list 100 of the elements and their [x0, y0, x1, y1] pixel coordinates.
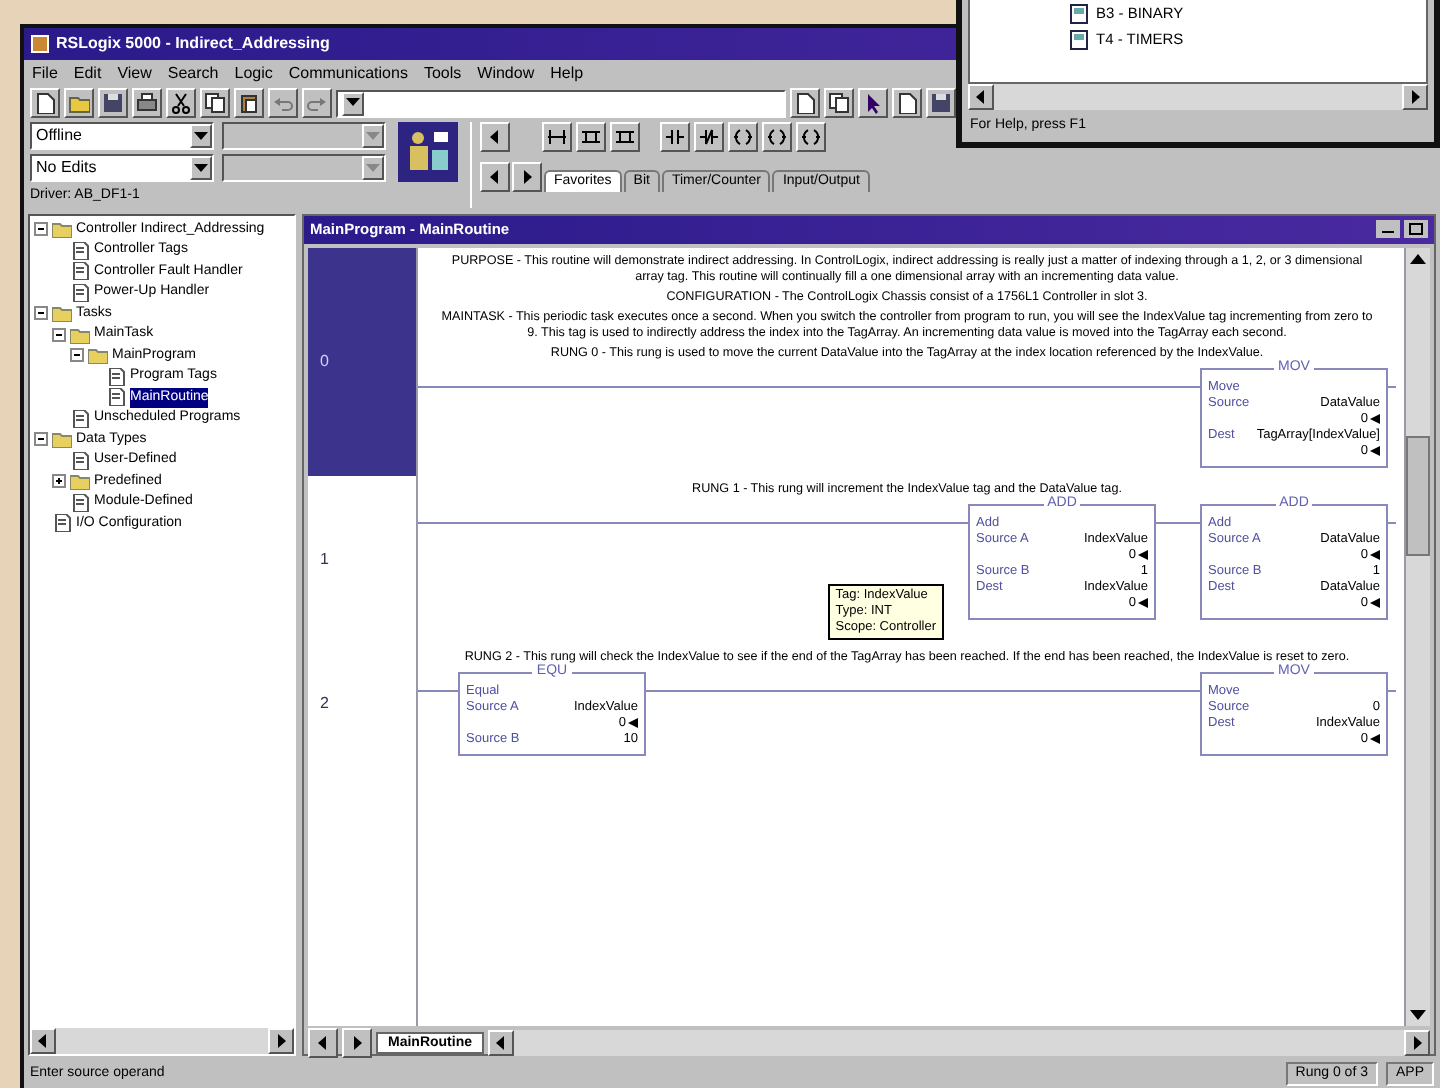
scroll-button[interactable] [480, 162, 510, 192]
menu-item[interactable]: Logic [234, 61, 273, 85]
menu-item[interactable]: Edit [73, 61, 102, 85]
toolbar-button[interactable] [542, 122, 572, 152]
left-arrow-icon [1370, 598, 1380, 608]
dropdown-arrow-icon [194, 131, 208, 141]
horizontal-scrollbar[interactable] [488, 1029, 1430, 1055]
document-icon [70, 409, 90, 428]
toolbar-button[interactable] [576, 122, 606, 152]
rung-number[interactable]: 0 [308, 247, 418, 475]
scissors-icon [170, 92, 192, 114]
horizontal-scrollbar[interactable] [30, 1028, 294, 1054]
toolbar-button[interactable] [824, 88, 854, 118]
scroll-button[interactable] [488, 1029, 514, 1055]
toolbar-button[interactable] [892, 88, 922, 118]
window-controls-icon [1376, 220, 1428, 238]
folder-icon [52, 430, 72, 449]
branch-icon [580, 126, 602, 148]
scroll-button[interactable] [480, 122, 510, 152]
toolbar-button[interactable] [166, 88, 196, 118]
redo-icon [306, 92, 328, 114]
left-arrow-icon [1138, 550, 1148, 560]
toolbar-button[interactable] [728, 122, 758, 152]
scroll-button[interactable] [512, 162, 542, 192]
menu-item[interactable]: Communications [288, 61, 408, 85]
left-arrow-icon [628, 718, 638, 728]
scroll-thumb[interactable] [1406, 436, 1430, 557]
coil-icon [800, 126, 822, 148]
scroll-button[interactable] [30, 1028, 56, 1054]
folder-icon [68, 92, 90, 114]
left-arrow-icon [1370, 550, 1380, 560]
menu-item[interactable]: View [117, 61, 152, 85]
dropdown-arrow-icon [366, 131, 380, 141]
left-arrow-icon [1370, 446, 1380, 456]
toolbar-button[interactable] [64, 88, 94, 118]
toolbar-button[interactable] [694, 122, 724, 152]
document-icon [70, 241, 90, 260]
toolbar-button[interactable] [790, 88, 820, 118]
rung-number[interactable]: 2 [308, 643, 418, 763]
toolbar-button[interactable] [796, 122, 826, 152]
scroll-button[interactable] [308, 1027, 338, 1057]
coil-icon [766, 126, 788, 148]
document-icon [70, 283, 90, 302]
mode-combo[interactable]: Offline [30, 122, 214, 150]
toolbar-button[interactable] [610, 122, 640, 152]
toolbar-button[interactable] [268, 88, 298, 118]
toolbar-button[interactable] [98, 88, 128, 118]
minus-box-icon[interactable] [70, 348, 84, 363]
toolbar-button[interactable] [200, 88, 230, 118]
menu-item[interactable]: Tools [423, 61, 462, 85]
search-combo[interactable] [336, 89, 786, 117]
toolbar-button[interactable] [762, 122, 792, 152]
combo-value: No Edits [36, 156, 97, 180]
copy-icon [828, 92, 850, 114]
contact-icon [664, 126, 686, 148]
copy-icon [204, 92, 226, 114]
toolbar-button[interactable] [132, 88, 162, 118]
menu-item[interactable]: Window [477, 61, 535, 85]
minus-box-icon[interactable] [52, 327, 66, 342]
document-icon [70, 451, 90, 470]
minus-box-icon[interactable] [34, 432, 48, 447]
vertical-scrollbar[interactable] [1406, 247, 1430, 1026]
toolbar-button[interactable] [302, 88, 332, 118]
document-icon [106, 367, 126, 386]
rung-number[interactable]: 1 [308, 475, 418, 643]
pointer-icon [862, 92, 884, 114]
document-icon [794, 92, 816, 114]
scroll-button[interactable] [968, 83, 994, 109]
toolbar-button[interactable] [234, 88, 264, 118]
document-icon [70, 493, 90, 512]
folder-icon [52, 220, 72, 239]
clipboard-icon [238, 92, 260, 114]
document-icon [896, 92, 918, 114]
scroll-button[interactable] [268, 1028, 294, 1054]
toolbar-button[interactable] [660, 122, 690, 152]
rung-icon [546, 126, 568, 148]
dropdown-arrow-icon [194, 163, 208, 173]
menu-item[interactable]: File [32, 61, 58, 85]
combo-value: Offline [36, 124, 82, 148]
minus-box-icon[interactable] [34, 222, 48, 237]
mode-combo[interactable]: No Edits [30, 154, 214, 182]
left-arrow-icon [1370, 734, 1380, 744]
printer-icon [136, 92, 158, 114]
dropdown-arrow-icon [346, 98, 360, 108]
menu-item[interactable]: Help [550, 61, 584, 85]
scroll-button[interactable] [1402, 83, 1428, 109]
toolbar-button[interactable] [30, 88, 60, 118]
plus-box-icon[interactable] [52, 474, 66, 489]
minus-box-icon[interactable] [34, 306, 48, 321]
left-arrow-icon [1370, 414, 1380, 424]
controller-status-icon [398, 122, 458, 182]
dropdown-arrow-icon [366, 163, 380, 173]
toolbar-button[interactable] [858, 88, 888, 118]
left-arrow-icon [1138, 598, 1148, 608]
scroll-button[interactable] [342, 1027, 372, 1057]
menu-item[interactable]: Search [167, 61, 219, 85]
horizontal-scrollbar[interactable] [968, 83, 1428, 109]
toolbar-button[interactable] [926, 88, 956, 118]
undo-icon [272, 92, 294, 114]
scroll-button[interactable] [1404, 1029, 1430, 1055]
